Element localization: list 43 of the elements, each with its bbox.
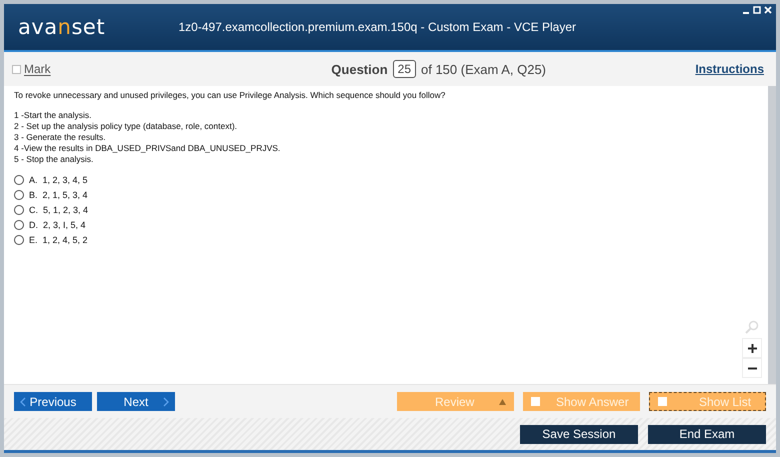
- option-letter: B.: [29, 190, 38, 200]
- previous-button[interactable]: Previous: [14, 392, 92, 411]
- step-text: 3 - Generate the results.: [14, 132, 107, 143]
- chevron-right-icon: [163, 396, 169, 406]
- question-number-field[interactable]: 25: [392, 60, 416, 78]
- plus-icon: [748, 344, 756, 353]
- mark-label: Mark: [24, 62, 51, 76]
- radio-button[interactable]: [14, 190, 24, 200]
- radio-button[interactable]: [14, 175, 24, 185]
- option-letter: D.: [29, 220, 38, 230]
- save-session-button[interactable]: Save Session: [520, 424, 638, 444]
- zoom-in-button[interactable]: [742, 338, 762, 358]
- step-text: 5 - Stop the analysis.: [14, 154, 94, 165]
- question-label: Question: [331, 62, 388, 76]
- logo: avanset: [18, 15, 106, 39]
- radio-button[interactable]: [14, 220, 24, 230]
- zoom-out-button[interactable]: [742, 358, 762, 378]
- option-letter: C.: [29, 205, 38, 215]
- question-count: of 150 (Exam A, Q25): [421, 62, 546, 76]
- option-letter: E.: [29, 235, 38, 245]
- option-text: 2, 1, 5, 3, 4: [42, 190, 88, 200]
- step-text: 2 - Set up the analysis policy type (database, role, context).: [14, 121, 238, 132]
- radio-button[interactable]: [14, 205, 24, 215]
- option-text: 1, 2, 4, 5, 2: [42, 235, 88, 245]
- option-letter: A.: [29, 175, 38, 185]
- step-text: 4 -View the results in DBA_USED_PRIVSand DBA_UNUSED_PRJVS.: [14, 143, 282, 154]
- show-list-checkbox[interactable]: [658, 397, 667, 406]
- radio-button[interactable]: [14, 235, 24, 245]
- mark-checkbox[interactable]: [12, 64, 21, 74]
- question-text: To revoke unnecessary and unused privileges, you can use Privilege Analysis. Which sequence should you follow?: [14, 90, 446, 100]
- next-button[interactable]: Next: [97, 392, 175, 411]
- maximize-icon[interactable]: [753, 6, 761, 14]
- option-text: 2, 3, I, 5, 4: [43, 220, 86, 230]
- window-title: 1z0-497.examcollection.premium.exam.150q - Custom Exam - VCE Player: [178, 20, 576, 34]
- triangle-up-icon: [499, 398, 506, 404]
- chevron-left-icon: [20, 396, 26, 406]
- option-text: 5, 1, 2, 3, 4: [43, 205, 88, 215]
- step-text: 1 -Start the analysis.: [14, 110, 92, 121]
- close-icon[interactable]: [764, 6, 772, 14]
- option-text: 1, 2, 3, 4, 5: [42, 175, 88, 185]
- instructions-link[interactable]: Instructions: [695, 62, 764, 76]
- show-answer-checkbox[interactable]: [531, 397, 540, 406]
- end-exam-button[interactable]: End Exam: [648, 424, 766, 444]
